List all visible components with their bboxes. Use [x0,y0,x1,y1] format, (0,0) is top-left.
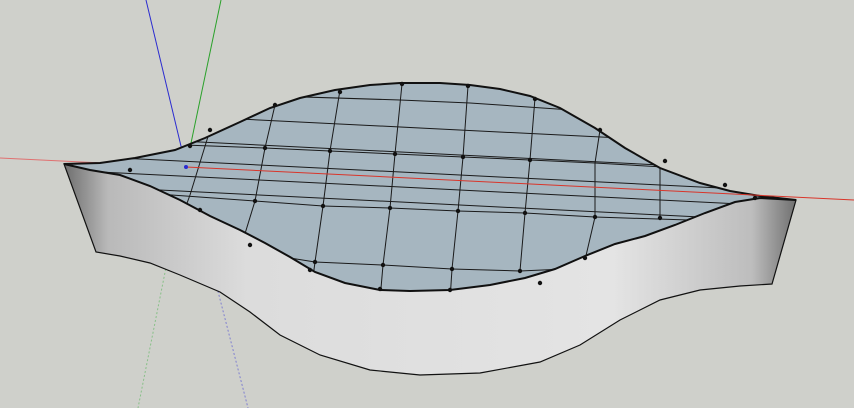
model-viewport[interactable]: SketchUp model viewport [0,0,854,408]
grid-vertex [527,157,533,163]
grid-vertex [592,214,598,220]
grid-vertex [517,268,523,274]
grid-vertex [455,208,461,214]
grid-vertex [380,262,386,268]
grid-vertex [657,215,663,221]
grid-vertex [247,242,253,248]
grid-vertex [312,259,318,265]
grid-vertex [327,148,333,154]
grid-vertex [127,167,133,173]
grid-vertex [537,280,543,286]
grid-vertex [252,198,258,204]
grid-vertex [387,205,393,211]
blue-axis [145,0,187,168]
orbit-cursor-icon [184,165,188,169]
grid-vertex [449,266,455,272]
scene-canvas[interactable] [0,0,854,408]
grid-vertex [522,210,528,216]
grid-vertex [207,127,213,133]
grid-vertex [320,203,326,209]
grid-vertex [662,158,668,164]
grid-vertex [262,145,268,151]
grid-vertex [392,151,398,157]
grid-vertex [460,154,466,160]
grid-vertex [722,182,728,188]
